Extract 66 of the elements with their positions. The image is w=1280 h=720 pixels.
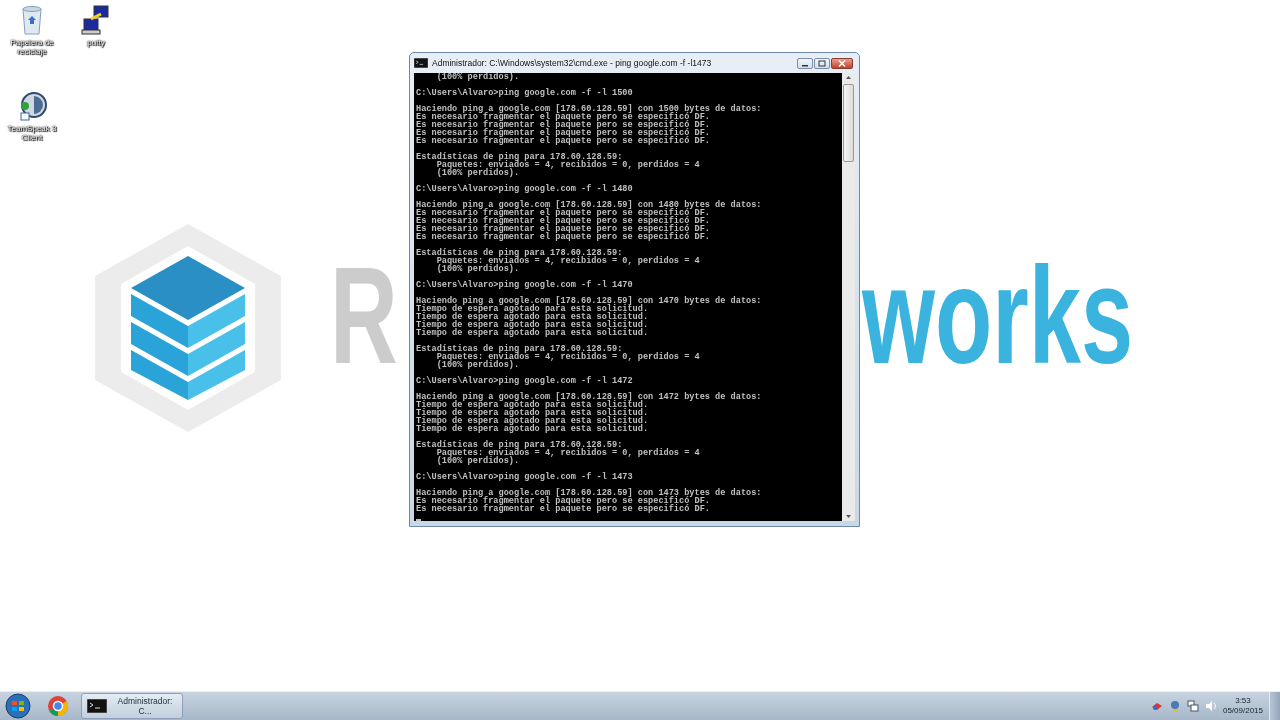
console-line: Paquetes: enviados = 4, recibidos = 0, perdidos = 4	[435, 257, 701, 265]
console-line: (100% perdidos).	[435, 169, 521, 177]
clock[interactable]: 3:53 05/09/2015	[1222, 696, 1263, 716]
console-line: Tiempo de espera agotado para esta solicitud.	[416, 417, 650, 425]
maximize-icon	[818, 59, 826, 67]
console-line: Paquetes: enviados = 4, recibidos = 0, perdidos = 4	[435, 161, 701, 169]
console-line: (100% perdidos).	[435, 265, 521, 273]
console-line: Paquetes: enviados = 4, recibidos = 0, perdidos = 4	[435, 353, 701, 361]
browser-icon[interactable]	[47, 695, 69, 717]
console-line: Tiempo de espera agotado para esta solicitud.	[416, 409, 650, 417]
console-line: C:\Users\Alvaro>ping google.com -f -l 1473	[416, 473, 634, 481]
console-line: Paquetes: enviados = 4, recibidos = 0, perdidos = 4	[435, 449, 701, 457]
console-line: Tiempo de espera agotado para esta solicitud.	[416, 321, 650, 329]
console-line: Es necesario fragmentar el paquete pero se especificó DF.	[416, 505, 711, 513]
scroll-up-icon[interactable]	[844, 73, 853, 82]
terminal-icon	[414, 58, 428, 68]
console-line: Tiempo de espera agotado para esta solicitud.	[416, 425, 650, 433]
console-line: Tiempo de espera agotado para esta solicitud.	[416, 305, 650, 313]
console-line: (100% perdidos).	[435, 361, 521, 369]
console-line: Haciendo ping a google.com [178.60.128.59] con 1473 bytes de datos:	[416, 489, 763, 497]
console-line: Estadísticas de ping para 178.60.128.59:	[416, 249, 623, 257]
console-line: Es necesario fragmentar el paquete pero se especificó DF.	[416, 217, 711, 225]
console-line: Es necesario fragmentar el paquete pero se especificó DF.	[416, 113, 711, 121]
taskbar-button[interactable]: Administrador: C...	[81, 693, 183, 719]
icon-label[interactable]: Papelera de reciclaje	[4, 38, 60, 56]
close-icon	[838, 59, 846, 67]
scrollbar[interactable]	[842, 73, 855, 521]
console-line: C:\Users\Alvaro>ping google.com -f -l 1470	[416, 281, 634, 289]
icon-label[interactable]: TeamSpeak 3 Client	[4, 124, 60, 142]
tray-icon[interactable]	[1150, 700, 1163, 712]
text-cursor	[416, 519, 421, 521]
wallpaper-text: works	[862, 246, 1134, 384]
console-line: Es necesario fragmentar el paquete pero se especificó DF.	[416, 225, 711, 233]
console-line: C:\Users\Alvaro>ping google.com -f -l 1480	[416, 185, 634, 193]
close-button[interactable]	[831, 57, 853, 69]
console-line: Tiempo de espera agotado para esta solicitud.	[416, 329, 650, 337]
console-line: Estadísticas de ping para 178.60.128.59:	[416, 345, 623, 353]
network-icon[interactable]	[1186, 700, 1199, 712]
start-button[interactable]	[5, 693, 31, 719]
console-line: Tiempo de espera agotado para esta solicitud.	[416, 313, 650, 321]
computers-icon	[81, 4, 111, 36]
console-line: Es necesario fragmentar el paquete pero se especificó DF.	[416, 497, 711, 505]
console-line: Estadísticas de ping para 178.60.128.59:	[416, 153, 623, 161]
console-line: Estadísticas de ping para 178.60.128.59:	[416, 441, 623, 449]
console-line: Es necesario fragmentar el paquete pero se especificó DF.	[416, 121, 711, 129]
console-line: (100% perdidos).	[435, 73, 521, 81]
minimize-button[interactable]	[797, 57, 813, 69]
console-line: (100% perdidos).	[435, 457, 521, 465]
console-line: Haciendo ping a google.com [178.60.128.59] con 1472 bytes de datos:	[416, 393, 763, 401]
headset-icon	[17, 90, 47, 122]
console-line: Es necesario fragmentar el paquete pero se especificó DF.	[416, 137, 711, 145]
console-line: Haciendo ping a google.com [178.60.128.59] con 1500 bytes de datos:	[416, 105, 763, 113]
terminal-icon	[87, 699, 107, 713]
tray-icon[interactable]	[1168, 700, 1181, 712]
icon-label[interactable]: putty	[87, 38, 105, 47]
console-line: Es necesario fragmentar el paquete pero se especificó DF.	[416, 209, 711, 217]
console-line: C:\Users\Alvaro>ping google.com -f -l 1500	[416, 89, 634, 97]
window-title: Administrador: C:\Windows\system32\cmd.exe - ping google.com -f -l1473	[432, 58, 713, 68]
console-line: Es necesario fragmentar el paquete pero se especificó DF.	[416, 129, 711, 137]
scroll-down-icon[interactable]	[844, 512, 853, 521]
console-line: Tiempo de espera agotado para esta solicitud.	[416, 401, 650, 409]
console-line: Haciendo ping a google.com [178.60.128.59] con 1470 bytes de datos:	[416, 297, 763, 305]
console-line: Es necesario fragmentar el paquete pero se especificó DF.	[416, 233, 711, 241]
scroll-thumb[interactable]	[843, 84, 854, 162]
console-line: Haciendo ping a google.com [178.60.128.59] con 1480 bytes de datos:	[416, 201, 763, 209]
console-line: C:\Users\Alvaro>ping google.com -f -l 1472	[416, 377, 634, 385]
